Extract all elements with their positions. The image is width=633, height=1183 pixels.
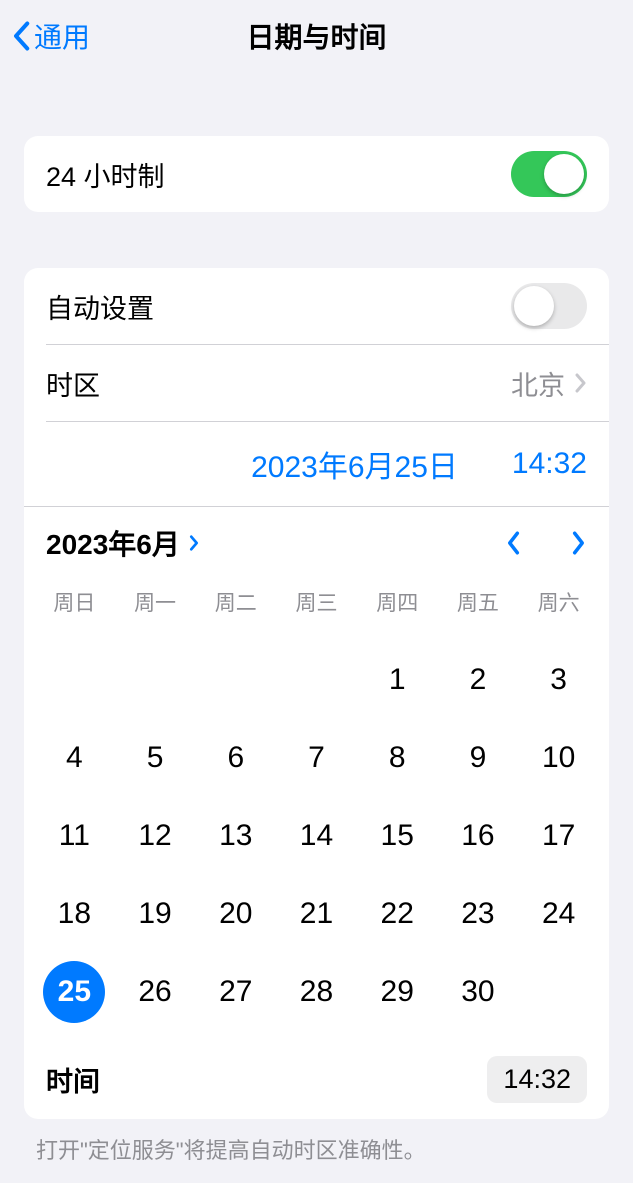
- header: 通用 日期与时间: [0, 0, 633, 70]
- calendar-day[interactable]: 21: [276, 889, 357, 939]
- calendar-day[interactable]: 29: [357, 967, 438, 1017]
- weekday-label: 周三: [276, 581, 357, 625]
- back-label: 通用: [34, 16, 90, 56]
- calendar-day[interactable]: 27: [195, 967, 276, 1017]
- group-datetime: 自动设置 时区 北京 2023年6月25日 14:32 2023年6月: [24, 268, 609, 1119]
- calendar-day[interactable]: 20: [195, 889, 276, 939]
- weekday-label: 周五: [438, 581, 519, 625]
- chevron-left-icon: [12, 21, 30, 51]
- prev-month-button[interactable]: [505, 530, 521, 556]
- calendar-day-empty: [34, 655, 115, 705]
- calendar-day[interactable]: 22: [357, 889, 438, 939]
- switch-24hour[interactable]: [511, 151, 587, 197]
- calendar-day[interactable]: 10: [518, 733, 599, 783]
- calendar-day-empty: [195, 655, 276, 705]
- label-timezone: 时区: [46, 364, 100, 403]
- calendar-day[interactable]: 12: [115, 811, 196, 861]
- calendar-day[interactable]: 1: [357, 655, 438, 705]
- weekday-label: 周一: [115, 581, 196, 625]
- calendar-day[interactable]: 7: [276, 733, 357, 783]
- month-nav: [505, 530, 587, 556]
- weekday-label: 周四: [357, 581, 438, 625]
- current-date[interactable]: 2023年6月25日: [251, 442, 458, 486]
- calendar-day[interactable]: 6: [195, 733, 276, 783]
- back-button[interactable]: 通用: [12, 16, 90, 56]
- chevron-right-icon: [188, 534, 200, 552]
- calendar-days: 1234567891011121314151617181920212223242…: [24, 655, 609, 1023]
- label-24hour: 24 小时制: [46, 155, 165, 194]
- weekday-label: 周二: [195, 581, 276, 625]
- calendar-day[interactable]: 8: [357, 733, 438, 783]
- group-24hour: 24 小时制: [24, 136, 609, 212]
- calendar-day[interactable]: 15: [357, 811, 438, 861]
- weekday-header: 周日周一周二周三周四周五周六: [24, 581, 609, 625]
- row-current-datetime: 2023年6月25日 14:32: [24, 422, 609, 506]
- month-picker-button[interactable]: 2023年6月: [46, 523, 200, 563]
- calendar-day[interactable]: 18: [34, 889, 115, 939]
- calendar-day[interactable]: 2: [438, 655, 519, 705]
- month-header: 2023年6月: [24, 507, 609, 579]
- calendar-day[interactable]: 3: [518, 655, 599, 705]
- time-picker-button[interactable]: 14:32: [487, 1056, 587, 1103]
- month-title: 2023年6月: [46, 523, 180, 563]
- next-month-button[interactable]: [571, 530, 587, 556]
- calendar-day[interactable]: 28: [276, 967, 357, 1017]
- row-timezone[interactable]: 时区 北京: [24, 345, 609, 421]
- footer-note: 打开"定位服务"将提高自动时区准确性。: [0, 1119, 633, 1165]
- weekday-label: 周日: [34, 581, 115, 625]
- calendar-day[interactable]: 4: [34, 733, 115, 783]
- calendar-day-empty: [276, 655, 357, 705]
- page-title: 日期与时间: [246, 16, 386, 56]
- calendar-day[interactable]: 9: [438, 733, 519, 783]
- calendar-day[interactable]: 5: [115, 733, 196, 783]
- current-time[interactable]: 14:32: [512, 447, 587, 481]
- row-24hour: 24 小时制: [24, 136, 609, 212]
- calendar-day[interactable]: 11: [34, 811, 115, 861]
- calendar-day[interactable]: 14: [276, 811, 357, 861]
- calendar-day[interactable]: 26: [115, 967, 196, 1017]
- chevron-right-icon: [575, 373, 587, 393]
- time-label: 时间: [46, 1060, 100, 1099]
- calendar-day[interactable]: 19: [115, 889, 196, 939]
- timezone-value: 北京: [511, 364, 565, 403]
- row-time: 时间 14:32: [24, 1039, 609, 1119]
- weekday-label: 周六: [518, 581, 599, 625]
- calendar-day[interactable]: 30: [438, 967, 519, 1017]
- calendar-day[interactable]: 13: [195, 811, 276, 861]
- calendar-day[interactable]: 16: [438, 811, 519, 861]
- calendar-day[interactable]: 24: [518, 889, 599, 939]
- calendar-day[interactable]: 25: [34, 967, 115, 1017]
- switch-autoset[interactable]: [511, 283, 587, 329]
- row-autoset: 自动设置: [24, 268, 609, 344]
- calendar-day-empty: [115, 655, 196, 705]
- calendar-day[interactable]: 17: [518, 811, 599, 861]
- calendar-day[interactable]: 23: [438, 889, 519, 939]
- label-autoset: 自动设置: [46, 287, 154, 326]
